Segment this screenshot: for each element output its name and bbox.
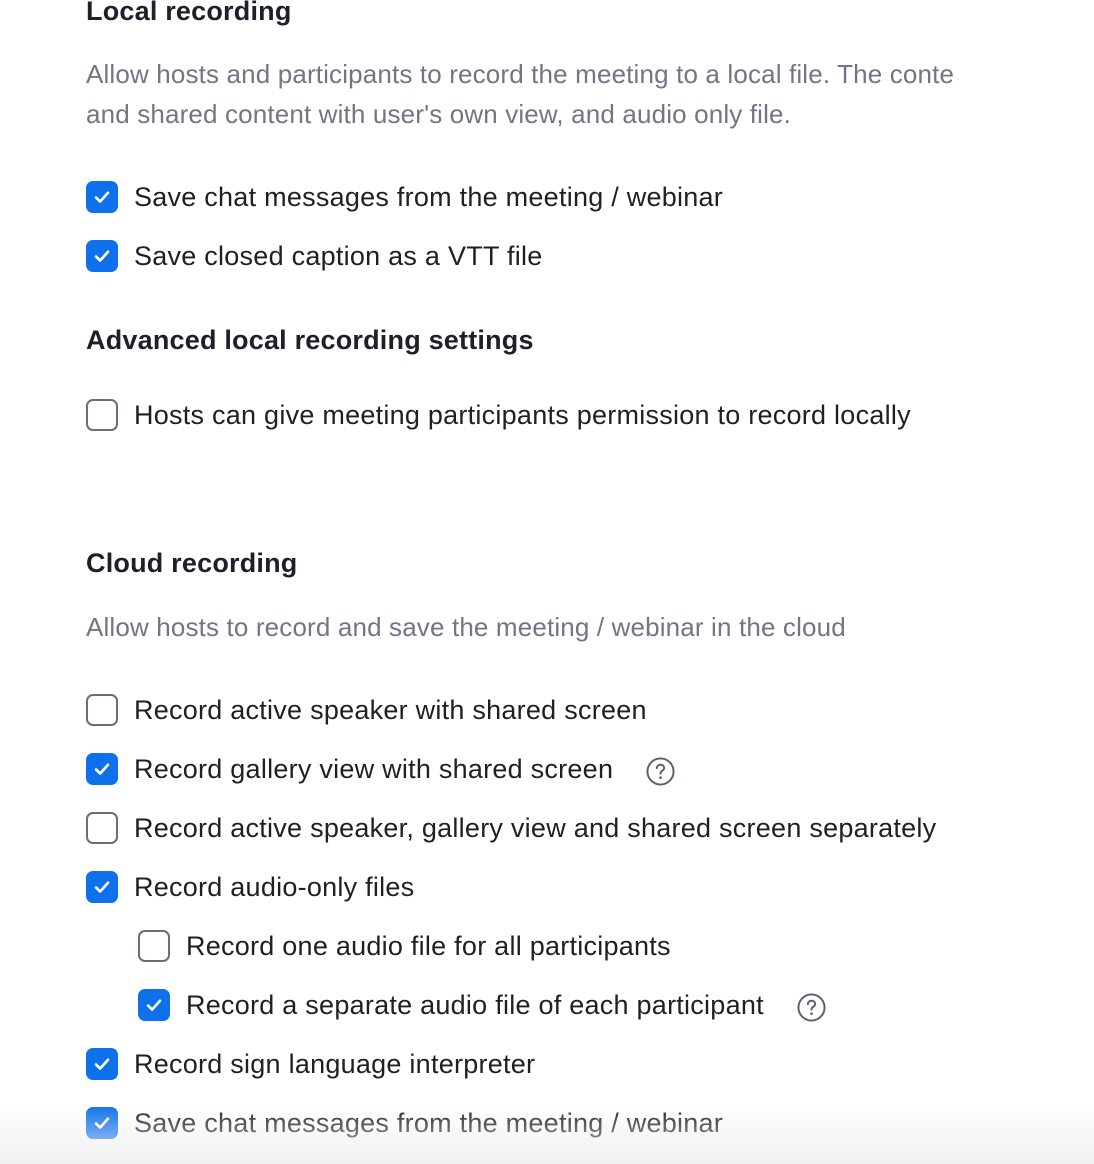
checkbox[interactable]: [138, 930, 170, 962]
checkbox[interactable]: [86, 812, 118, 844]
checkmark-icon: [94, 191, 110, 203]
option-speaker-gallery-separately[interactable]: Record active speaker, gallery view and …: [86, 811, 936, 845]
option-label: Save chat messages from the meeting / we…: [134, 1107, 724, 1138]
checkbox[interactable]: [86, 399, 118, 431]
checkmark-icon: [146, 999, 162, 1011]
option-cloud-save-chat[interactable]: Save chat messages from the meeting / we…: [86, 1106, 723, 1140]
cloud-recording-description: Allow hosts to record and save the meeti…: [86, 612, 846, 642]
checkbox[interactable]: [86, 240, 118, 272]
checkmark-icon: [94, 881, 110, 893]
option-label: Record a separate audio file of each par…: [186, 989, 764, 1020]
option-gallery-view-shared[interactable]: Record gallery view with shared screen: [86, 752, 675, 786]
checkmark-icon: [94, 250, 110, 262]
option-label: Record audio-only files: [134, 871, 415, 902]
checkbox[interactable]: [86, 871, 118, 903]
option-label: Record gallery view with shared screen: [134, 753, 614, 784]
checkbox[interactable]: [86, 181, 118, 213]
option-label: Record active speaker, gallery view and …: [134, 812, 937, 843]
option-local-save-cc-vtt[interactable]: Save closed caption as a VTT file: [86, 239, 542, 273]
checkmark-icon: [94, 1058, 110, 1070]
cloud-recording-title: Cloud recording: [86, 548, 298, 578]
option-active-speaker-shared[interactable]: Record active speaker with shared screen: [86, 693, 647, 727]
option-label: Record active speaker with shared screen: [134, 694, 647, 725]
local-recording-description-line1: Allow hosts and participants to record t…: [86, 59, 955, 89]
checkbox[interactable]: [138, 989, 170, 1021]
option-label: Save chat messages from the meeting / we…: [134, 181, 724, 212]
question-circle-icon[interactable]: [646, 756, 675, 786]
option-one-audio-file-all[interactable]: Record one audio file for all participan…: [138, 929, 671, 963]
option-local-save-chat[interactable]: Save chat messages from the meeting / we…: [86, 180, 723, 214]
option-sign-language-interpreter[interactable]: Record sign language interpreter: [86, 1047, 535, 1081]
checkmark-icon: [94, 1117, 110, 1129]
option-label: Record sign language interpreter: [134, 1048, 536, 1079]
local-recording-description-line2: and shared content with user's own view,…: [86, 99, 791, 129]
local-recording-description: Allow hosts and participants to record t…: [86, 54, 954, 134]
local-recording-title: Local recording: [86, 0, 292, 26]
advanced-local-title: Advanced local recording settings: [86, 325, 534, 355]
checkbox[interactable]: [86, 694, 118, 726]
settings-panel: Local recording Allow hosts and particip…: [86, 0, 1094, 1164]
option-participants-record-locally[interactable]: Hosts can give meeting participants perm…: [86, 398, 911, 432]
option-separate-audio-each[interactable]: Record a separate audio file of each par…: [138, 988, 826, 1022]
question-circle-icon[interactable]: [797, 992, 826, 1022]
checkbox[interactable]: [86, 1107, 118, 1139]
option-audio-only-files[interactable]: Record audio-only files: [86, 870, 414, 904]
checkmark-icon: [94, 763, 110, 775]
option-label: Hosts can give meeting participants perm…: [134, 399, 911, 430]
option-label: Save closed caption as a VTT file: [134, 240, 543, 271]
checkbox[interactable]: [86, 1048, 118, 1080]
checkbox[interactable]: [86, 753, 118, 785]
option-label: Record one audio file for all participan…: [186, 930, 671, 961]
